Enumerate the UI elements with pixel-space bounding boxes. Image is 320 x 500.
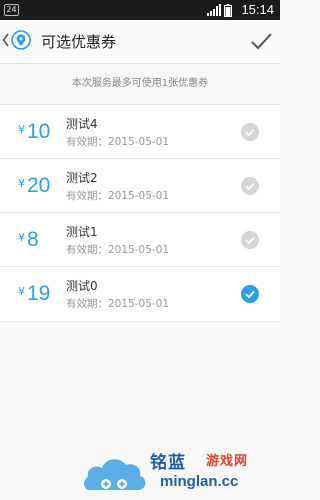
unselected-check-icon[interactable] (241, 231, 259, 249)
coupon-name: 测试1 (66, 225, 98, 239)
watermark-subtitle: 游戏网 (206, 454, 249, 469)
coupon-name: 测试4 (66, 117, 98, 131)
watermark-brand: 铭蓝 (150, 453, 186, 473)
back-button[interactable] (0, 20, 34, 64)
currency-symbol: ¥ (18, 123, 25, 136)
coupon-item[interactable]: ¥8 测试1 有效期：2015-05-01 (0, 213, 280, 267)
status-time: 15:14 (241, 2, 274, 17)
coupon-expiry: 有效期：2015-05-01 (66, 136, 170, 148)
currency-symbol: ¥ (18, 231, 25, 244)
coupon-list: ¥10 测试4 有效期：2015-05-01 ¥20 测试2 有效期：2015-… (0, 104, 280, 322)
unselected-check-icon[interactable] (241, 123, 259, 141)
cloud-logo-icon (84, 459, 146, 490)
confirm-button[interactable] (249, 30, 273, 54)
notification-badge: 24 (4, 4, 19, 16)
signal-icon (207, 4, 221, 16)
coupon-name: 测试0 (66, 279, 98, 293)
coupon-price: ¥8 (18, 226, 39, 254)
battery-icon (224, 4, 232, 17)
coupon-name: 测试2 (66, 171, 98, 185)
coupon-item[interactable]: ¥10 测试4 有效期：2015-05-01 (0, 105, 280, 159)
coupon-amount: 8 (27, 228, 39, 251)
coupon-item[interactable]: ¥19 测试0 有效期：2015-05-01 (0, 267, 280, 321)
coupon-limit-hint: 本次服务最多可使用1张优惠券 (71, 78, 209, 89)
coupon-expiry: 有效期：2015-05-01 (66, 190, 170, 202)
coupon-item[interactable]: ¥20 测试2 有效期：2015-05-01 (0, 159, 280, 213)
currency-symbol: ¥ (18, 177, 25, 190)
currency-symbol: ¥ (18, 285, 25, 298)
checkmark-icon (251, 33, 272, 50)
watermark-domain: minglan.cc (160, 473, 239, 490)
coupon-expiry: 有效期：2015-05-01 (66, 298, 170, 310)
location-pin-icon (11, 30, 31, 50)
unselected-check-icon[interactable] (241, 177, 259, 195)
coupon-expiry: 有效期：2015-05-01 (66, 244, 170, 256)
watermark: 铭蓝 游戏网 minglan.cc (82, 446, 278, 494)
status-bar: 24 15:14 (0, 0, 280, 20)
selected-check-icon[interactable] (241, 285, 259, 303)
coupon-price: ¥10 (18, 118, 50, 146)
coupon-amount: 19 (27, 282, 51, 305)
coupon-amount: 10 (27, 120, 51, 143)
action-bar: 可选优惠券 (0, 20, 280, 64)
coupon-price: ¥20 (18, 172, 50, 200)
chevron-left-icon (2, 33, 9, 47)
coupon-amount: 20 (27, 174, 51, 197)
page-title: 可选优惠券 (41, 33, 117, 51)
coupon-price: ¥19 (18, 280, 50, 308)
